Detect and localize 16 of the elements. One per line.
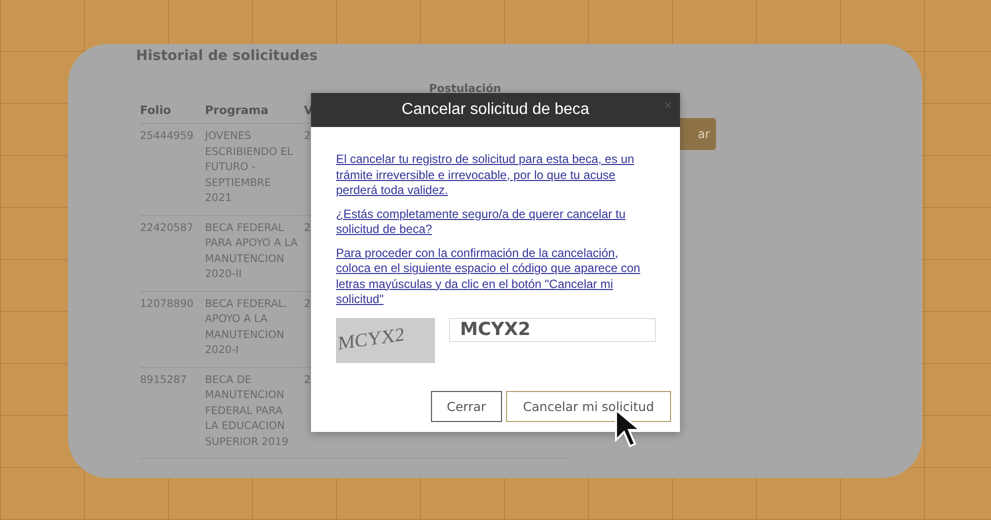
table-cell: 22420587: [140, 216, 205, 292]
table-cell: BECA DE MANUTENCION FEDERAL PARA LA EDUCACION SUPERIOR 2019: [205, 368, 304, 459]
column-group-header: Postulación: [429, 82, 502, 97]
column-header: Programa: [205, 99, 304, 124]
table-cell: 12078890: [140, 292, 205, 368]
close-dialog-button[interactable]: Cerrar: [430, 390, 502, 422]
captcha-image: MCYX2: [336, 318, 435, 362]
table-cell: BECA FEDERAL. APOYO A LA MANUTENCION 2020-I: [205, 292, 304, 368]
table-cell: 25444959: [140, 124, 205, 216]
code-input-field[interactable]: MCYX2: [449, 318, 656, 342]
table-cell: JOVENES ESCRIBIENDO EL FUTURO - SEPTIEMBRE 2021: [205, 124, 304, 216]
page-title: Historial de solicitudes: [136, 48, 319, 64]
table-cell: BECA FEDERAL PARA APOYO A LA MANUTENCION 2020-II: [205, 216, 304, 292]
column-header: Folio: [140, 99, 205, 124]
table-cell: 8915287: [140, 368, 205, 459]
cancel-request-button[interactable]: Cancelar mi solicitud: [506, 390, 671, 422]
